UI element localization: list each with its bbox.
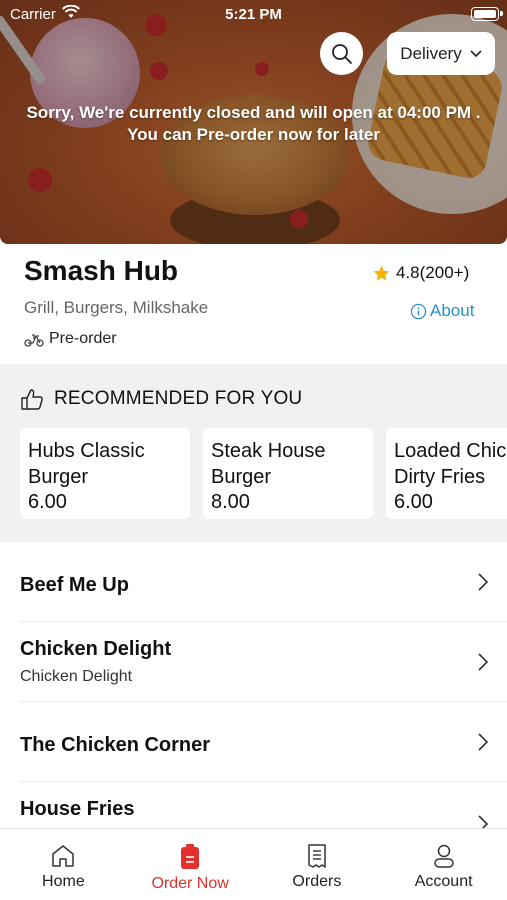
menu-category-name: House Fries [20, 798, 135, 820]
menu-category-item[interactable]: The Chicken Corner [20, 702, 507, 782]
search-button[interactable] [320, 32, 363, 75]
about-label: About [430, 301, 475, 320]
restaurant-name: Smash Hub [24, 255, 179, 286]
menu-category-name: Beef Me Up [20, 574, 129, 596]
about-link[interactable]: About [410, 301, 474, 321]
account-icon [433, 844, 454, 868]
chevron-right-icon [478, 733, 489, 751]
bottom-tab-bar: Home Order Now Orders Account [0, 828, 507, 900]
closed-notice-line2: You can Pre-order now for later [127, 125, 380, 144]
menu-category-item[interactable]: Chicken Delight Chicken Delight [20, 622, 507, 702]
cuisine-list: Grill, Burgers, Milkshake [24, 298, 209, 317]
menu-category-item[interactable]: House Fries [20, 782, 507, 833]
order-mode: Pre-order [24, 330, 117, 348]
search-icon [331, 43, 352, 64]
recommended-item[interactable]: Steak House Burger 8.00 [203, 428, 373, 519]
tab-account[interactable]: Account [380, 829, 507, 900]
delivery-mode-dropdown[interactable]: Delivery [387, 32, 495, 75]
chevron-down-icon [470, 49, 482, 57]
recommended-item-name: Hubs Classic Burger [28, 440, 145, 488]
recommended-header: RECOMMENDED FOR YOU [20, 388, 302, 410]
home-icon [52, 845, 75, 867]
tab-label: Account [414, 873, 473, 890]
chevron-right-icon [478, 573, 489, 591]
tab-label: Order Now [151, 875, 229, 892]
clock: 5:21 PM [225, 6, 282, 23]
closed-notice-line1: Sorry, We're currently closed and will o… [26, 103, 481, 122]
rating: 4.8(200+) [372, 263, 469, 283]
tab-label: Home [42, 873, 85, 890]
status-bar: Carrier 5:21 PM [0, 0, 507, 28]
tab-order-now[interactable]: Order Now [127, 829, 254, 900]
order-now-icon [181, 844, 200, 869]
recommended-item[interactable]: Hubs Classic Burger 6.00 [20, 428, 190, 519]
menu-category-subtitle: Chicken Delight [20, 668, 133, 685]
recommended-section: RECOMMENDED FOR YOU Hubs Classic Burger … [0, 364, 507, 542]
rating-value: 4.8(200+) [396, 263, 470, 282]
delivery-mode-label: Delivery [400, 43, 462, 63]
scooter-icon [24, 334, 44, 347]
tab-home[interactable]: Home [0, 829, 127, 900]
menu-category-item[interactable]: Beef Me Up [20, 542, 507, 622]
menu-category-name: The Chicken Corner [20, 734, 211, 756]
recommended-title: RECOMMENDED FOR YOU [54, 388, 303, 409]
recommended-item[interactable]: Loaded Chicken Dirty Fries 6.00 [386, 428, 507, 519]
menu-category-name: Chicken Delight [20, 638, 172, 660]
battery-icon [471, 7, 503, 21]
menu-category-list: Beef Me Up Chicken Delight Chicken Delig… [0, 542, 507, 833]
tab-orders[interactable]: Orders [254, 829, 381, 900]
star-icon [373, 265, 390, 281]
receipt-icon [308, 844, 326, 868]
chevron-right-icon [478, 653, 489, 671]
recommended-item-name: Steak House Burger [211, 440, 326, 488]
thumbs-up-icon [21, 389, 43, 410]
closed-notice: Sorry, We're currently closed and will o… [0, 102, 507, 146]
recommended-item-name: Loaded Chicken Dirty Fries [394, 440, 507, 488]
recommended-carousel[interactable]: Hubs Classic Burger 6.00 Steak House Bur… [20, 428, 507, 519]
recommended-item-price: 8.00 [211, 491, 250, 513]
recommended-item-price: 6.00 [28, 491, 67, 513]
order-mode-label: Pre-order [49, 330, 117, 347]
tab-label: Orders [292, 873, 342, 890]
info-icon [410, 303, 427, 319]
recommended-item-price: 6.00 [394, 491, 433, 513]
